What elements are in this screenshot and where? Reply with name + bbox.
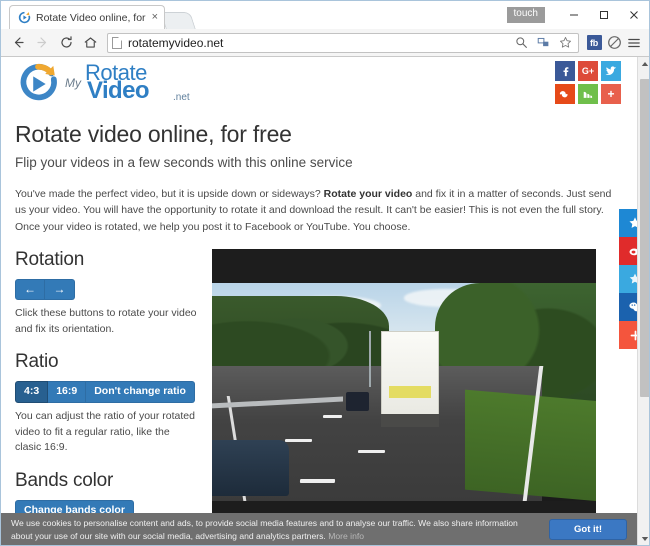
rotate-left-button[interactable]: ← (15, 279, 45, 300)
ratio-help-text: You can adjust the ratio of your rotated… (15, 409, 198, 456)
scene-lane-dash (285, 439, 312, 442)
video-column: WR3964N 2014/08/13 09:47:08 (212, 249, 623, 546)
cookie-accept-button[interactable]: Got it! (549, 519, 627, 540)
site-logo-text: Rotate My Video .net (63, 62, 193, 106)
intro-bold-phrase: Rotate your video (324, 188, 413, 200)
adblock-icon[interactable] (605, 34, 623, 52)
mix-share-icon[interactable] (578, 84, 598, 104)
logo-video-word: Video (87, 79, 149, 103)
intro-text-part1: You've made the perfect video, but it is… (15, 188, 324, 200)
facebook-share-icon[interactable] (555, 61, 575, 81)
new-tab-button[interactable] (160, 12, 196, 29)
social-share-buttons: G+ + (555, 61, 621, 104)
scene-truck-shadow (381, 414, 439, 427)
intro-paragraph: You've made the perfect video, but it is… (15, 186, 615, 235)
ratio-heading: Ratio (15, 351, 198, 373)
scrollbar-up-arrow-icon[interactable] (638, 57, 650, 71)
back-button[interactable] (7, 32, 29, 54)
google-plus-share-icon[interactable]: G+ (578, 61, 598, 81)
scene-distant-car (346, 392, 369, 412)
share-more-icon[interactable]: + (601, 84, 621, 104)
scene-near-car (212, 440, 289, 497)
rotation-heading: Rotation (15, 249, 198, 271)
site-header: Rotate My Video .net G+ (15, 57, 623, 109)
logo-net-word: .net (173, 92, 190, 103)
rotation-button-group: ← → (15, 279, 75, 300)
fb-extension-icon[interactable]: fb (585, 34, 603, 52)
url-text: rotatemyvideo.net (128, 36, 512, 50)
rotation-help-text: Click these buttons to rotate your video… (15, 306, 198, 338)
ratio-option-no-change[interactable]: Don't change ratio (86, 381, 195, 403)
twitter-share-icon[interactable] (601, 61, 621, 81)
omnibox-icons (512, 34, 574, 52)
web-page: Rotate My Video .net G+ (1, 57, 637, 546)
forward-button[interactable] (31, 32, 53, 54)
scene-lane-dash (323, 415, 342, 418)
site-logo[interactable]: Rotate My Video .net (15, 61, 193, 107)
zoom-icon[interactable] (512, 34, 530, 52)
minimize-button[interactable] (559, 1, 589, 29)
cookie-consent-text: We use cookies to personalise content an… (11, 517, 549, 542)
scene-pole (369, 331, 371, 388)
cast-icon[interactable] (534, 34, 552, 52)
tab-favicon-icon (18, 11, 31, 24)
touch-badge: touch (507, 7, 545, 23)
fb-extension-label: fb (587, 35, 602, 50)
tab-strip: Rotate Video online, for × (1, 1, 193, 29)
content-columns: Rotation ← → Click these buttons to rota… (15, 249, 623, 546)
rotate-play-logo-icon (15, 62, 61, 106)
cookie-more-info-link[interactable]: More info (328, 531, 364, 541)
maximize-button[interactable] (589, 1, 619, 29)
home-button[interactable] (79, 32, 101, 54)
scrollbar-thumb[interactable] (640, 79, 650, 397)
ratio-option-16-9[interactable]: 16:9 (48, 381, 86, 403)
page-scrollbar[interactable] (637, 57, 650, 546)
tab-close-icon[interactable]: × (152, 12, 158, 23)
scene-lane-dash (300, 479, 335, 483)
title-bar: Rotate Video online, for × touch (1, 1, 649, 29)
video-player[interactable]: WR3964N 2014/08/13 09:47:08 (212, 249, 596, 537)
stumbleupon-share-icon[interactable] (555, 84, 575, 104)
page-viewport: Rotate My Video .net G+ (1, 57, 650, 546)
video-scene (212, 283, 596, 501)
scene-lane-dash (358, 450, 385, 453)
ratio-button-group: 4:3 16:9 Don't change ratio (15, 381, 195, 403)
logo-my-word: My (65, 76, 81, 90)
scrollbar-down-arrow-icon[interactable] (638, 532, 650, 546)
menu-icon[interactable] (625, 34, 643, 52)
reload-button[interactable] (55, 32, 77, 54)
window-controls: touch (507, 1, 649, 29)
page-subtitle: Flip your videos in a few seconds with t… (15, 155, 623, 170)
controls-column: Rotation ← → Click these buttons to rota… (15, 249, 198, 546)
cookie-consent-bar: We use cookies to personalise content an… (1, 513, 637, 546)
video-band-top (212, 249, 596, 283)
bands-color-heading: Bands color (15, 470, 198, 492)
close-button[interactable] (619, 1, 649, 29)
page-info-icon[interactable] (112, 37, 122, 49)
bookmark-star-icon[interactable] (556, 34, 574, 52)
rotate-right-button[interactable]: → (45, 279, 75, 300)
scene-truck (381, 331, 439, 418)
tab-title: Rotate Video online, for (36, 12, 146, 24)
browser-tab[interactable]: Rotate Video online, for × (9, 5, 165, 29)
ratio-option-4-3[interactable]: 4:3 (15, 381, 48, 403)
browser-window: Rotate Video online, for × touch (0, 0, 650, 546)
cookie-message: We use cookies to personalise content an… (11, 518, 518, 540)
page-title: Rotate video online, for free (15, 121, 623, 148)
browser-toolbar: rotatemyvideo.net fb (1, 29, 649, 57)
address-bar[interactable]: rotatemyvideo.net (107, 33, 579, 53)
